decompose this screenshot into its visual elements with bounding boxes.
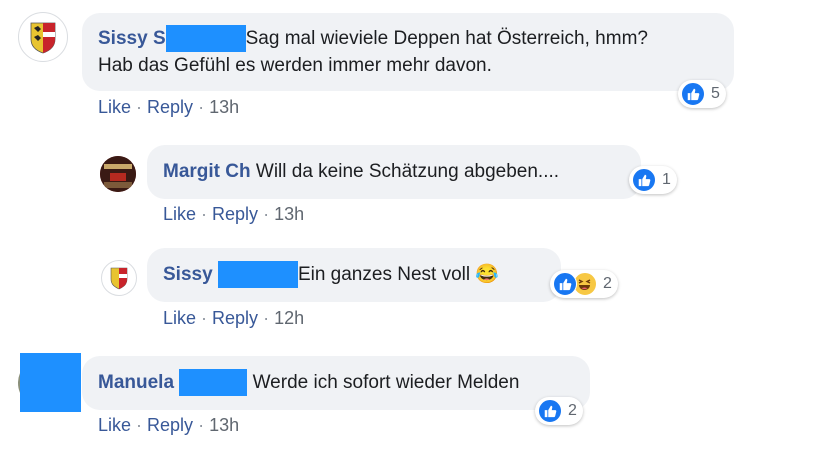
comment-bubble-2: Margit Ch Will da keine Schätzung abgebe… bbox=[147, 145, 641, 199]
thumbs-up-icon bbox=[632, 168, 656, 192]
comment-actions: Like · Reply · 13h bbox=[163, 204, 305, 224]
reaction-count: 5 bbox=[711, 85, 720, 102]
reaction-count: 2 bbox=[568, 402, 577, 419]
comment-bubble-4: Manuela Werde ich sofort wieder Melden bbox=[82, 356, 590, 410]
reaction-summary[interactable]: 2 bbox=[535, 397, 583, 425]
author-name[interactable]: Sissy bbox=[163, 264, 213, 285]
thumbs-up-icon bbox=[681, 82, 705, 106]
like-link[interactable]: Like bbox=[98, 97, 131, 117]
redacted-name bbox=[217, 261, 298, 288]
reaction-count: 1 bbox=[662, 171, 671, 188]
comment-actions: Like · Reply · 13h bbox=[98, 97, 240, 117]
comment-text: Werde ich sofort wieder Melden bbox=[252, 372, 520, 393]
reaction-count: 2 bbox=[603, 275, 612, 292]
profile-picture-icon bbox=[100, 156, 136, 192]
author-name[interactable]: Manuela bbox=[98, 372, 174, 393]
avatar-sissy[interactable] bbox=[18, 12, 68, 62]
comment-bubble-3: Sissy Ein ganzes Nest voll 😂 bbox=[147, 248, 561, 302]
avatar-margit[interactable] bbox=[100, 156, 136, 192]
like-link[interactable]: Like bbox=[163, 204, 196, 224]
timestamp[interactable]: 13h bbox=[209, 97, 239, 117]
thumbs-up-icon bbox=[538, 399, 562, 423]
comment-text: Will da keine Schätzung abgeben.... bbox=[255, 161, 560, 182]
coat-of-arms-icon bbox=[30, 22, 56, 54]
reaction-summary[interactable]: 2 bbox=[550, 270, 618, 298]
comment-text: Ein ganzes Nest voll bbox=[297, 264, 471, 285]
reply-link[interactable]: Reply bbox=[212, 204, 258, 224]
redacted-name bbox=[165, 25, 246, 52]
author-name[interactable]: Sissy bbox=[98, 28, 148, 49]
redacted-name bbox=[179, 369, 248, 396]
comment-text: Sag mal wieviele Deppen hat Österreich, … bbox=[245, 28, 648, 49]
comment-bubble-1: Sissy S Sag mal wieviele Deppen hat Öster… bbox=[82, 13, 734, 91]
timestamp[interactable]: 13h bbox=[274, 204, 304, 224]
laughing-emoji-icon: 😂 bbox=[475, 264, 500, 285]
author-name-suffix[interactable]: S bbox=[153, 28, 166, 49]
reply-link[interactable]: Reply bbox=[147, 415, 193, 435]
reply-link[interactable]: Reply bbox=[212, 308, 258, 328]
timestamp[interactable]: 12h bbox=[274, 308, 304, 328]
thumbs-up-icon bbox=[553, 272, 577, 296]
reply-link[interactable]: Reply bbox=[147, 97, 193, 117]
reaction-summary[interactable]: 5 bbox=[678, 80, 726, 108]
like-link[interactable]: Like bbox=[98, 415, 131, 435]
comment-text-line2: Hab das Gefühl es werden immer mehr davo… bbox=[98, 55, 492, 76]
author-name[interactable]: Margit Ch bbox=[163, 161, 251, 182]
timestamp[interactable]: 13h bbox=[209, 415, 239, 435]
redacted-avatar bbox=[20, 353, 81, 412]
comment-actions: Like · Reply · 13h bbox=[98, 415, 240, 435]
like-link[interactable]: Like bbox=[163, 308, 196, 328]
coat-of-arms-icon bbox=[110, 267, 128, 290]
avatar-sissy[interactable] bbox=[101, 260, 137, 296]
comment-actions: Like · Reply · 12h bbox=[163, 308, 305, 328]
reaction-summary[interactable]: 1 bbox=[629, 166, 677, 194]
